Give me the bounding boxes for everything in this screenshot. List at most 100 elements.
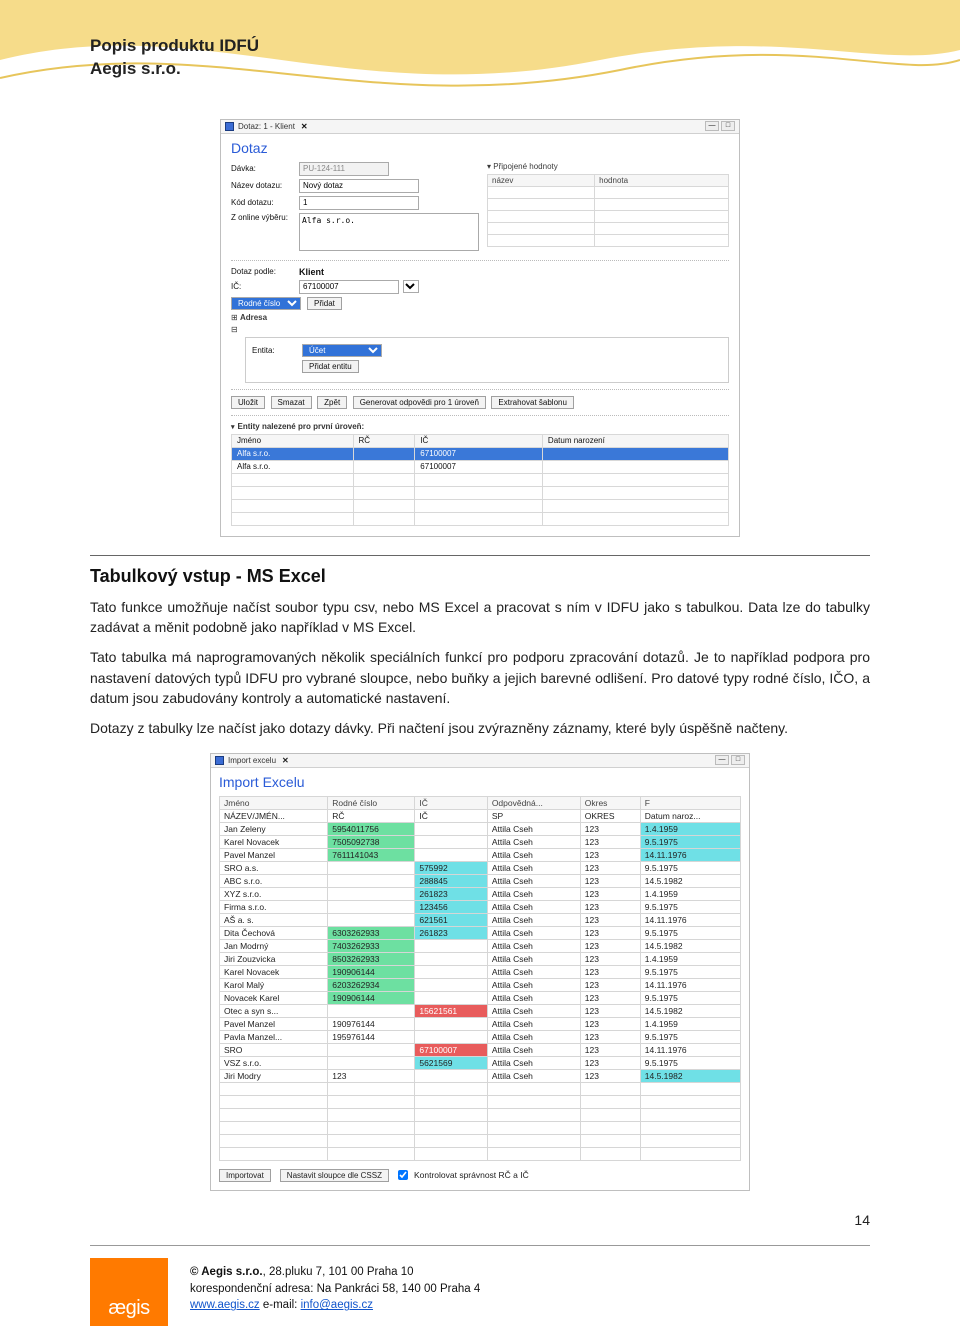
results-label: ▾Entity nalezené pro první úroveň: [231,422,729,431]
table-row[interactable]: Novacek Karel190906144Attila Cseh1239.5.… [220,991,741,1004]
table-row[interactable]: AŠ a. s.621561Attila Cseh12314.11.1976 [220,913,741,926]
table-row-empty [220,1095,741,1108]
aegis-logo: ægis [90,1258,168,1326]
label-z-online: Z online výběru: [231,213,299,222]
ic-dropdown-trigger[interactable] [403,280,419,293]
tab-dotaz[interactable]: Dotaz: 1 - Klient [238,122,295,131]
th-ic: IČ [415,434,543,447]
doc-title-2: Aegis s.r.o. [90,58,870,81]
footer-email-link[interactable]: info@aegis.cz [301,1299,373,1311]
footer: ægis © Aegis s.r.o., 28.pluku 7, 101 00 … [0,1236,960,1326]
collapser-blank[interactable]: ⊟ [231,325,729,334]
th-nazev: název [488,174,595,186]
table-row[interactable]: Jan Zeleny5954011756Attila Cseh1231.4.19… [220,822,741,835]
ext-button[interactable]: Extrahovat šablonu [491,396,574,409]
close-tab-button[interactable]: ✕ [301,122,308,131]
table-row[interactable]: Alfa s.r.o.67100007 [232,460,729,473]
table-row[interactable]: SRO67100007Attila Cseh12314.11.1976 [220,1043,741,1056]
th-rc: Rodné číslo [328,796,415,809]
table-row-empty [220,1108,741,1121]
section-title: Tabulkový vstup - MS Excel [90,566,870,587]
doc-title-1: Popis produktu IDFÚ [90,35,870,58]
pripojene-table: názevhodnota [487,174,729,247]
table-row-empty [220,1134,741,1147]
min-button[interactable]: — [715,755,729,765]
table-row[interactable]: Jiri Modry123Attila Cseh12314.5.1982 [220,1069,741,1082]
zpet-button[interactable]: Zpět [317,396,347,409]
table-row[interactable]: Pavla Manzel...195976144Attila Cseh1239.… [220,1030,741,1043]
table-row[interactable]: Karol Malý6203262934Attila Cseh12314.11.… [220,978,741,991]
table-row-empty [232,473,729,486]
kod-dotazu-input[interactable] [299,196,419,210]
table-row[interactable]: Dita Čechová6303262933261823Attila Cseh1… [220,926,741,939]
table-row[interactable]: Pavel Manzel190976144Attila Cseh1231.4.1… [220,1017,741,1030]
pridat-button[interactable]: Přidat [307,297,342,310]
footer-web-link[interactable]: www.aegis.cz [190,1299,260,1311]
table-row-empty [220,1121,741,1134]
table-row[interactable]: VSZ s.r.o.5621569Attila Cseh1239.5.1975 [220,1056,741,1069]
table-row[interactable]: Firma s.r.o.123456Attila Cseh1239.5.1975 [220,900,741,913]
table-row[interactable]: Alfa s.r.o.67100007 [232,447,729,460]
davka-input [299,162,389,176]
table-row[interactable]: Otec a syn s...15621561Attila Cseh12314.… [220,1004,741,1017]
table-row-empty [232,499,729,512]
max-button[interactable]: □ [731,755,745,765]
label-entita: Entita: [252,346,302,355]
footer-sep: e-mail: [260,1299,301,1311]
rodne-cislo-select[interactable]: Rodné číslo [231,297,301,310]
import-table[interactable]: Jméno Rodné číslo IČ Odpovědná... Okres … [219,796,741,1161]
label-kod-dotazu: Kód dotazu: [231,198,299,207]
z-online-textarea[interactable]: Alfa s.r.o. [299,213,479,251]
tab-import-excelu[interactable]: Import excelu [228,756,276,765]
label-ic: IČ: [231,282,299,291]
entita-select[interactable]: Účet [302,344,382,357]
label-dotaz-podle: Dotaz podle: [231,267,299,276]
collapser-pripojene[interactable]: ▾ Připojené hodnoty [487,162,729,171]
importovat-button[interactable]: Importovat [219,1169,271,1182]
label-davka: Dávka: [231,164,299,173]
th-okres: Okres [580,796,640,809]
table-row[interactable]: Jiri Zouzvicka8503262933Attila Cseh1231.… [220,952,741,965]
smazat-button[interactable]: Smazat [271,396,312,409]
panel-heading-import: Import Excelu [219,774,749,790]
close-tab-button[interactable]: ✕ [282,756,289,765]
table-row[interactable]: SRO a.s.575992Attila Cseh1239.5.1975 [220,861,741,874]
table-row[interactable]: Karel Novacek190906144Attila Cseh1239.5.… [220,965,741,978]
import-footer: Importovat Nastavit sloupce dle CSSZ Kon… [211,1161,749,1190]
table-row[interactable]: Karel Novacek7505092738Attila Cseh1239.5… [220,835,741,848]
nazev-dotazu-input[interactable] [299,179,419,193]
nastavit-sloupce-button[interactable]: Nastavit sloupce dle CSSZ [280,1169,389,1182]
table-row[interactable]: ABC s.r.o.288845Attila Cseh12314.5.1982 [220,874,741,887]
titlebar: Dotaz: 1 - Klient ✕ — □ [221,120,739,134]
th-jmeno: Jméno [220,796,328,809]
table-row-empty [232,486,729,499]
window-import-excelu: Import excelu ✕ — □ Import Excelu Jméno … [210,753,750,1191]
ic-input[interactable] [299,280,399,294]
article-p3: Dotazy z tabulky lze načíst jako dotazy … [90,718,870,738]
table-row[interactable]: Pavel Manzel7611141043Attila Cseh12314.1… [220,848,741,861]
table-row[interactable]: NÁZEV/JMÉN...RČIČSPOKRESDatum naroz... [220,809,741,822]
gen-button[interactable]: Generovat odpovědi pro 1 úroveň [353,396,486,409]
pridat-entitu-button[interactable]: Přidat entitu [302,360,359,373]
article-p2: Tato tabulka má naprogramovaných několik… [90,647,870,708]
window-dotaz: Dotaz: 1 - Klient ✕ — □ Dotaz Dávka: Náz… [220,119,740,537]
kontrolovat-label: Kontrolovat správnost RČ a IČ [414,1170,529,1180]
table-row[interactable]: XYZ s.r.o.261823Attila Cseh1231.4.1959 [220,887,741,900]
footer-addr1: , 28.pluku 7, 101 00 Praha 10 [263,1266,414,1278]
th-rc: RČ [353,434,415,447]
max-button[interactable]: □ [721,121,735,131]
th-jmeno: Jméno [232,434,354,447]
table-row-empty [220,1082,741,1095]
panel-heading-dotaz: Dotaz [231,140,729,156]
kontrolovat-checkbox[interactable] [398,1170,408,1180]
th-hodnota: hodnota [595,174,729,186]
table-row[interactable]: Jan Modrný7403262933Attila Cseh12314.5.1… [220,939,741,952]
article-p1: Tato funkce umožňuje načíst soubor typu … [90,597,870,638]
th-odp: Odpovědná... [487,796,580,809]
results-table: Jméno RČ IČ Datum narození Alfa s.r.o.67… [231,434,729,526]
footer-addr2: korespondenční adresa: Na Pankráci 58, 1… [190,1281,480,1298]
collapser-adresa[interactable]: ⊞ Adresa [231,313,729,322]
ulozit-button[interactable]: Uložit [231,396,265,409]
dotaz-podle-value: Klient [299,267,324,277]
min-button[interactable]: — [705,121,719,131]
